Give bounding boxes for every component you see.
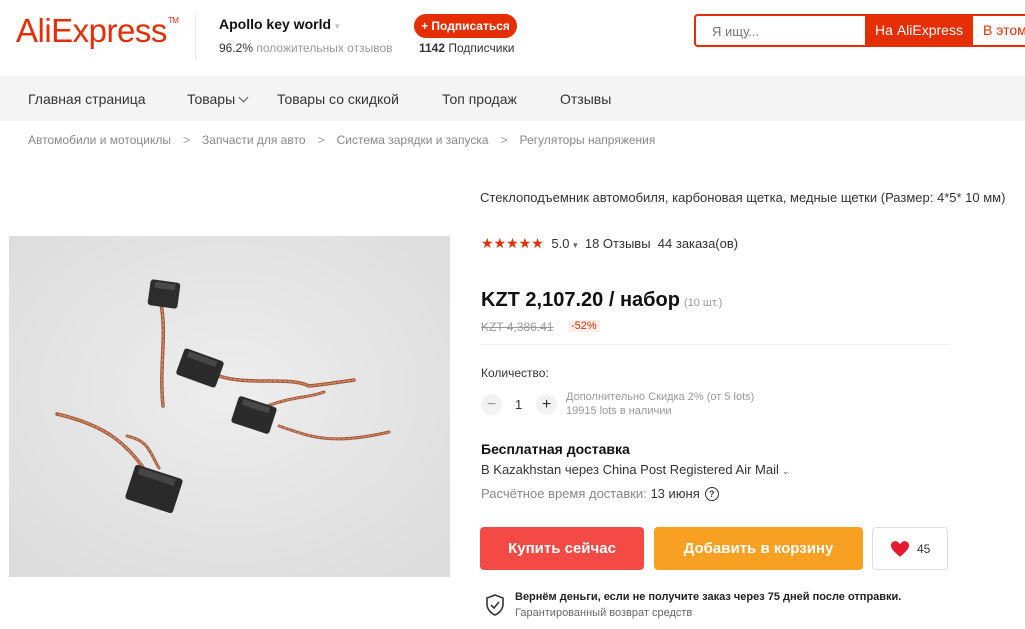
wishlist-button[interactable]: 45 — [872, 527, 948, 570]
rating-stars-icon: ★★★★★ — [481, 235, 544, 251]
price: KZT 2,107.20 / набор (10 шт.) — [481, 289, 722, 312]
logo-text: AliExpress — [16, 12, 167, 49]
nav-item-top-selling[interactable]: Топ продаж — [442, 91, 517, 107]
store-nav: Главная страница Товары Товары со скидко… — [0, 76, 1025, 121]
shipping-method[interactable]: В Kazakhstan через China Post Registered… — [481, 462, 789, 477]
header-divider — [195, 14, 196, 60]
followers-label: Подписчики — [448, 41, 515, 55]
carbon-brushes-photo — [9, 236, 450, 577]
top-bar: AliExpressTM Apollo key world ▾ 96.2% пол… — [0, 0, 1025, 76]
breadcrumb: Автомобили и мотоциклы > Запчасти для авто… — [28, 133, 655, 147]
product-image[interactable] — [9, 236, 450, 577]
rating-score[interactable]: 5.0 ▾ — [551, 236, 577, 251]
store-dropdown-caret-icon: ▾ — [335, 21, 340, 31]
search-store-button[interactable]: В этом — [973, 14, 1025, 47]
aliexpress-logo[interactable]: AliExpressTM — [16, 12, 179, 50]
shield-check-icon — [486, 594, 504, 616]
money-back-guarantee-title: Вернём деньги, если не получите заказ че… — [515, 591, 902, 603]
breadcrumb-item[interactable]: Автомобили и мотоциклы — [28, 133, 171, 147]
search-input[interactable] — [710, 16, 864, 46]
search-aliexpress-button[interactable]: На AliExpress — [865, 14, 973, 47]
old-price: KZT 4,386.41 — [481, 320, 554, 334]
store-name[interactable]: Apollo key world ▾ — [219, 16, 340, 32]
followers-info: 1142 Подписчики — [419, 41, 514, 55]
discount-badge: -52% — [568, 320, 600, 332]
divider — [480, 344, 950, 345]
store-name-text: Apollo key world — [219, 16, 332, 32]
chevron-down-icon: ⌄ — [781, 466, 790, 476]
help-icon[interactable]: ? — [704, 486, 719, 501]
follow-store-button[interactable]: + Подписаться — [414, 14, 517, 38]
wishlist-count: 45 — [917, 542, 931, 556]
price-value: KZT 2,107.20 / набор — [481, 289, 680, 311]
add-to-cart-button[interactable]: Добавить в корзину — [654, 527, 863, 570]
stock-info: 19915 lots в наличии — [566, 405, 672, 417]
bulk-discount-info: Дополнительно Скидка 2% (от 5 lots) — [566, 391, 755, 403]
nav-item-home[interactable]: Главная страница — [28, 91, 146, 107]
store-positive-pct: 96.2% — [219, 41, 254, 55]
buy-now-button[interactable]: Купить сейчас — [480, 527, 644, 570]
followers-count: 1142 — [419, 41, 446, 55]
delivery-eta-label: Расчётное время доставки: — [481, 486, 647, 501]
breadcrumb-item[interactable]: Система зарядки и запуска — [337, 133, 489, 147]
nav-item-products[interactable]: Товары — [187, 91, 249, 107]
shipping-title: Бесплатная доставка — [481, 441, 630, 457]
orders-count: 44 заказа(ов) — [657, 236, 739, 251]
rating-row: ★★★★★ 5.0 ▾ 18 Отзывы 44 заказа(ов) — [481, 235, 738, 252]
logo-trademark: TM — [167, 16, 179, 25]
delivery-eta: Расчётное время доставки: 13 июня? — [481, 486, 719, 502]
money-back-guarantee-subtitle: Гарантированный возврат средств — [515, 607, 693, 619]
quantity-decrease-button[interactable]: − — [481, 394, 502, 415]
breadcrumb-separator: > — [500, 133, 508, 147]
rating-caret-icon: ▾ — [573, 240, 578, 250]
quantity-increase-button[interactable]: + — [536, 394, 557, 415]
delivery-eta-date: 13 июня — [650, 486, 700, 501]
search-box — [694, 14, 865, 47]
breadcrumb-separator: > — [317, 133, 325, 147]
breadcrumb-separator: > — [183, 133, 191, 147]
store-rating: 96.2% положительных отзывов — [219, 41, 393, 55]
reviews-count[interactable]: 18 Отзывы — [585, 236, 651, 251]
store-positive-label: положительных отзывов — [256, 41, 393, 55]
chevron-down-icon — [238, 92, 249, 103]
breadcrumb-item[interactable]: Запчасти для авто — [202, 133, 306, 147]
quantity-label: Количество: — [481, 366, 549, 380]
breadcrumb-item[interactable]: Регуляторы напряжения — [520, 133, 656, 147]
price-unit: (10 шт.) — [683, 297, 723, 309]
shipping-method-text: В Kazakhstan через China Post Registered… — [481, 462, 779, 477]
nav-item-products-label: Товары — [187, 91, 236, 107]
heart-icon — [891, 541, 909, 557]
nav-item-reviews[interactable]: Отзывы — [560, 91, 611, 107]
quantity-value[interactable]: 1 — [515, 397, 522, 412]
nav-item-sale[interactable]: Товары со скидкой — [277, 91, 399, 107]
rating-value: 5.0 — [551, 236, 570, 251]
product-title: Стеклоподъемник автомобиля, карбоновая щ… — [480, 190, 1006, 205]
